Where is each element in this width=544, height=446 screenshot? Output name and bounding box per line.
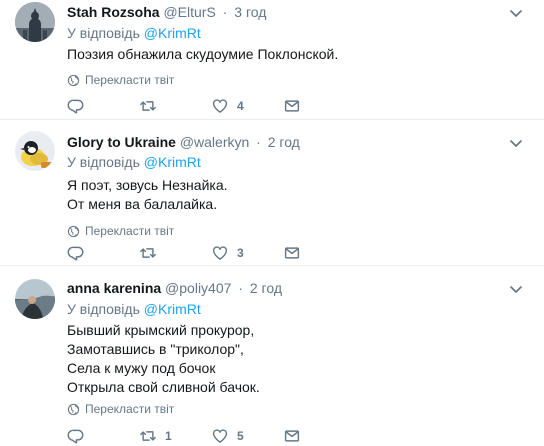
translate-label: Перекласти твіт [85, 402, 175, 416]
envelope-icon [283, 97, 301, 115]
retweet-icon [139, 427, 157, 445]
username[interactable]: @ElturS [163, 4, 215, 20]
reply-context: У відповідь @KrimRt [67, 24, 201, 42]
separator: · [222, 4, 228, 20]
avatar-image [15, 131, 55, 171]
reply-icon [67, 97, 85, 115]
reply-prefix: У відповідь [67, 25, 140, 41]
avatar[interactable] [15, 279, 55, 319]
tweet[interactable]: anna karenina @poliy407 · 2 год У відпов… [0, 267, 544, 444]
reply-mention-link[interactable]: @KrimRt [144, 154, 201, 170]
like-button[interactable]: 5 [211, 426, 244, 446]
timestamp[interactable]: 2 год [250, 280, 282, 296]
separator: · [238, 280, 243, 296]
reply-icon [67, 244, 85, 262]
avatar-image [15, 2, 55, 42]
avatar-image [15, 279, 55, 319]
username[interactable]: @poliy407 [165, 280, 231, 296]
tweet-text: Бывший крымский прокурор, Замотавшись в … [67, 322, 260, 395]
direct-message-button[interactable] [283, 426, 301, 446]
display-name[interactable]: Glory to Ukraine [67, 134, 176, 150]
tweet-header: Stah Rozsoha @ElturS · 3 год [67, 3, 266, 21]
translate-link[interactable]: Перекласти твіт [67, 402, 174, 416]
retweet-icon [139, 97, 157, 115]
reply-button[interactable] [67, 426, 93, 446]
direct-message-button[interactable] [283, 243, 301, 263]
reply-icon [67, 427, 85, 445]
like-count: 4 [237, 99, 244, 113]
separator: · [256, 134, 261, 150]
tweet[interactable]: Glory to Ukraine @walerkyn · 2 год У від… [0, 121, 544, 266]
tweet-header: anna karenina @poliy407 · 2 год [67, 279, 282, 297]
tweet-header: Glory to Ukraine @walerkyn · 2 год [67, 133, 300, 151]
timestamp[interactable]: 2 год [268, 134, 300, 150]
reply-mention-link[interactable]: @KrimRt [144, 25, 201, 41]
reply-button[interactable] [67, 96, 93, 116]
reply-prefix: У відповідь [67, 154, 140, 170]
chevron-down-icon[interactable] [507, 134, 525, 152]
reply-mention-link[interactable]: @KrimRt [144, 301, 201, 317]
tweet-text: Поэзия обнажила скудоумие Поклонской. [67, 46, 339, 62]
tweet-text: Я поэт, зовусь Незнайка. От меня ва бала… [67, 177, 228, 212]
envelope-icon [283, 427, 301, 445]
reply-context: У відповідь @KrimRt [67, 300, 201, 318]
display-name[interactable]: Stah Rozsoha [67, 4, 160, 20]
retweet-icon [139, 244, 157, 262]
avatar[interactable] [15, 2, 55, 42]
chevron-down-icon[interactable] [507, 4, 525, 22]
translate-link[interactable]: Перекласти твіт [67, 224, 174, 238]
heart-icon [211, 427, 229, 445]
envelope-icon [283, 244, 301, 262]
translate-link[interactable]: Перекласти твіт [67, 73, 174, 87]
retweet-button[interactable]: 1 [139, 426, 172, 446]
username[interactable]: @walerkyn [180, 134, 249, 150]
timestamp[interactable]: 3 год [234, 4, 266, 20]
avatar[interactable] [15, 131, 55, 171]
globe-icon [67, 74, 80, 87]
like-button[interactable]: 4 [211, 96, 244, 116]
reply-prefix: У відповідь [67, 301, 140, 317]
translate-label: Перекласти твіт [85, 224, 175, 238]
display-name[interactable]: anna karenina [67, 280, 161, 296]
tweet-actions: 1 5 [67, 426, 327, 446]
reply-context: У відповідь @KrimRt [67, 153, 201, 171]
chevron-down-icon[interactable] [507, 280, 525, 298]
like-count: 3 [237, 246, 244, 260]
heart-icon [211, 244, 229, 262]
heart-icon [211, 97, 229, 115]
globe-icon [67, 403, 80, 416]
direct-message-button[interactable] [283, 96, 301, 116]
retweet-button[interactable] [139, 96, 165, 116]
retweet-button[interactable] [139, 243, 165, 263]
tweet-actions: 4 [67, 96, 327, 116]
translate-label: Перекласти твіт [85, 73, 175, 87]
tweet-actions: 3 [67, 243, 327, 263]
like-button[interactable]: 3 [211, 243, 244, 263]
retweet-count: 1 [165, 429, 172, 443]
like-count: 5 [237, 429, 244, 443]
tweet[interactable]: Stah Rozsoha @ElturS · 3 год У відповідь… [0, 0, 544, 120]
reply-button[interactable] [67, 243, 93, 263]
globe-icon [67, 225, 80, 238]
